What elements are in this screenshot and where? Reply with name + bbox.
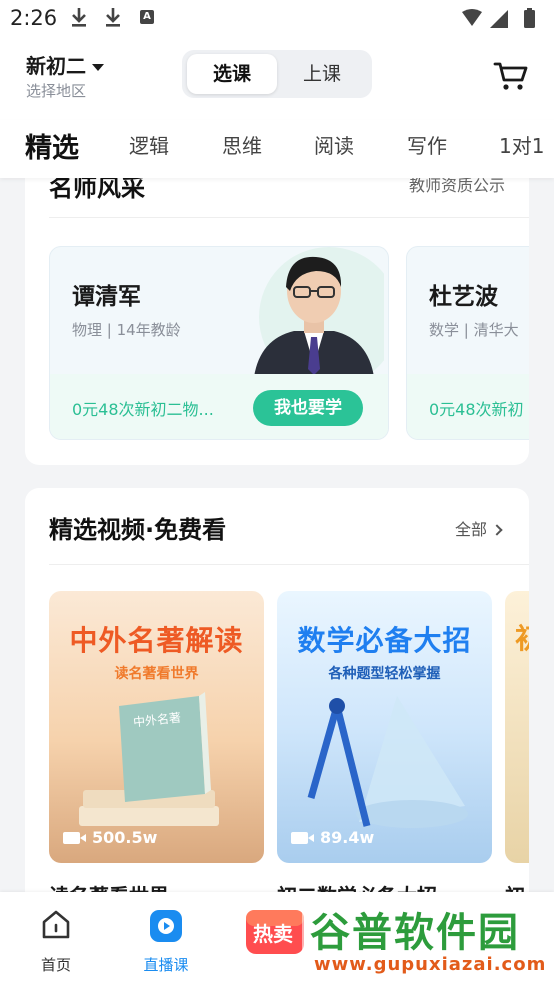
status-time: 2:26 [10, 6, 58, 30]
view-all-label: 全部 [454, 520, 487, 539]
region-selector[interactable]: 选择地区 [26, 80, 86, 101]
video-title: 初 [515, 617, 529, 657]
status-bar: 2:26 A [0, 0, 554, 38]
video-camera-icon [291, 832, 314, 844]
tab-thinking[interactable]: 思维 [222, 130, 262, 159]
teacher-offer-bar: 0元48次新初 [407, 374, 529, 439]
nav-live-course-label: 直播课 [143, 956, 189, 974]
videos-card: 精选视频·免费看 全部 中外名著解读 读名著看世界 中外名著 500.5w 数学… [25, 488, 529, 908]
live-play-icon [150, 910, 182, 942]
watermark-url: www.gupuxiazai.com [314, 954, 547, 975]
view-count: 89.4w [291, 828, 374, 847]
join-button[interactable]: 我也要学 [253, 390, 363, 426]
video-subtitle: 读名著看世界 [114, 666, 199, 682]
teacher-card[interactable]: 谭清军 物理 | 14年教龄 0元48次新初二物... 我也要学 [49, 246, 389, 440]
view-count-value: 500.5w [92, 828, 158, 847]
cart-icon[interactable] [492, 56, 530, 94]
video-camera-icon [63, 832, 86, 844]
nav-home-label: 首页 [40, 956, 71, 974]
divider [49, 564, 529, 565]
teacher-card[interactable]: 杜艺波 数学 | 清华大 0元48次新初 [406, 246, 529, 440]
watermark-title: 谷普软件园 [310, 910, 520, 956]
chevron-right-icon [491, 524, 503, 536]
teacher-offer: 0元48次新初 [429, 400, 524, 419]
grade-label: 新初二 [26, 54, 86, 78]
videos-section-title: 精选视频·免费看 [49, 516, 227, 544]
divider [49, 217, 529, 218]
video-card[interactable]: 中外名著解读 读名著看世界 中外名著 500.5w [49, 591, 264, 863]
view-count-value: 89.4w [320, 828, 375, 847]
video-subtitle: 各种题型轻松掌握 [328, 666, 441, 682]
video-title: 中外名著解读 [69, 624, 244, 657]
category-tabs: 精选 逻辑 思维 阅读 写作 1对1 [0, 120, 554, 178]
teacher-name: 谭清军 [72, 284, 141, 310]
tab-select-course[interactable]: 选课 [187, 54, 277, 94]
teachers-card: 名师风采 教师资质公示 谭清军 物理 | 14年教龄 0元48次新初二物... … [25, 150, 529, 465]
tab-writing[interactable]: 写作 [407, 130, 447, 159]
teacher-meta: 物理 | 14年教龄 [72, 321, 181, 339]
view-all-link[interactable]: 全部 [454, 516, 503, 540]
course-mode-toggle: 选课 上课 [182, 50, 372, 98]
teacher-offer-bar: 0元48次新初二物... 我也要学 [50, 374, 388, 439]
video-title: 数学必备大招 [297, 624, 472, 657]
tab-reading[interactable]: 阅读 [314, 130, 354, 159]
app-header: 新初二 选择地区 选课 上课 [0, 38, 554, 120]
tab-featured[interactable]: 精选 [25, 126, 79, 165]
download-icon [106, 8, 120, 27]
video-card[interactable]: 数学必备大招 各种题型轻松掌握 89.4w [277, 591, 492, 863]
view-count: 500.5w [63, 828, 157, 847]
teacher-name: 杜艺波 [429, 284, 498, 310]
a-notification-icon: A [140, 10, 154, 24]
caret-down-icon [92, 64, 104, 71]
grade-selector[interactable]: 新初二 [26, 50, 104, 79]
tab-logic[interactable]: 逻辑 [129, 130, 169, 159]
teacher-meta: 数学 | 清华大 [429, 321, 519, 339]
download-icon [72, 8, 86, 27]
video-card[interactable]: 初 [505, 591, 529, 863]
hot-sale-button[interactable]: 热卖 [244, 908, 306, 956]
tab-one-on-one[interactable]: 1对1 [499, 130, 544, 159]
hot-sale-label: 热卖 [253, 922, 293, 946]
watermark: 谷普软件园 www.gupuxiazai.com [302, 898, 554, 984]
teacher-offer: 0元48次新初二物... [72, 400, 214, 419]
teacher-photo [254, 247, 384, 377]
tab-attend-class[interactable]: 上课 [277, 54, 367, 94]
home-icon [42, 910, 70, 939]
signal-icons [462, 8, 535, 28]
